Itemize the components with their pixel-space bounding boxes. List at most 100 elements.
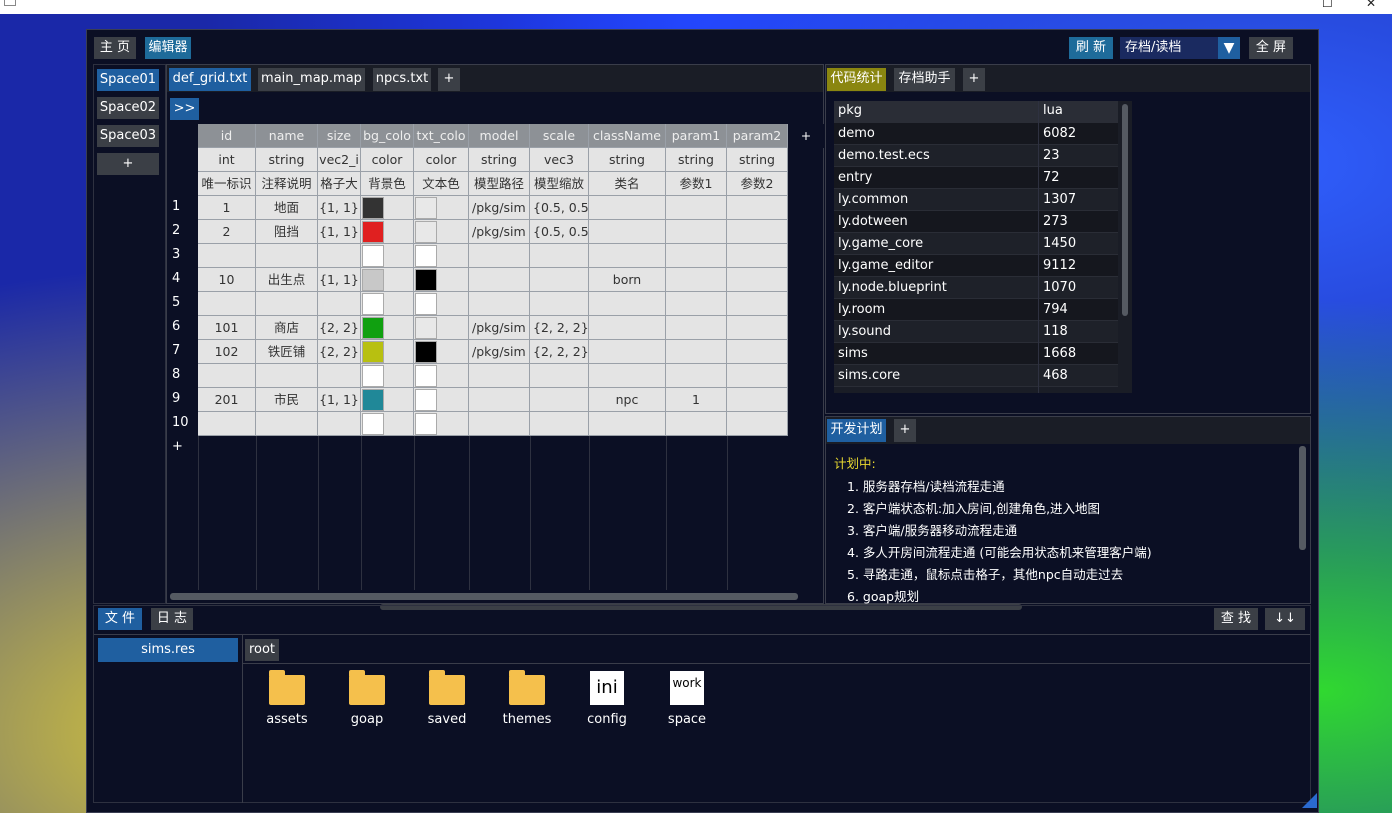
color-swatch[interactable] [362, 293, 384, 315]
color-cell[interactable] [414, 244, 469, 268]
add-column-button[interactable]: + [788, 124, 824, 148]
grid-cell[interactable]: 铁匠铺 [256, 340, 318, 364]
close-icon[interactable]: ✕ [1366, 0, 1376, 10]
file-label[interactable]: space [647, 712, 727, 727]
grid-cell[interactable]: 地面 [256, 196, 318, 220]
tab-files[interactable]: 文 件 [98, 608, 142, 630]
grid-cell[interactable]: 1 [198, 196, 256, 220]
grid-cell[interactable] [469, 388, 530, 412]
grid-cell[interactable] [530, 388, 589, 412]
grid-cell[interactable] [727, 292, 788, 316]
grid-cell[interactable] [530, 268, 589, 292]
color-cell[interactable] [361, 220, 414, 244]
folder-icon[interactable] [429, 670, 465, 705]
file-label[interactable]: themes [487, 712, 567, 727]
package-item[interactable]: sims.res [98, 638, 238, 662]
grid-cell[interactable] [256, 412, 318, 436]
find-button[interactable]: 查 找 [1214, 608, 1258, 630]
column-header[interactable]: bg_colo [361, 124, 414, 148]
grid-cell[interactable]: {1, 1} [318, 220, 361, 244]
grid-cell[interactable]: 102 [198, 340, 256, 364]
color-cell[interactable] [414, 412, 469, 436]
column-header[interactable]: id [198, 124, 256, 148]
folder-icon[interactable] [349, 670, 385, 705]
grid-cell[interactable]: 201 [198, 388, 256, 412]
refresh-button[interactable]: 刷 新 [1069, 37, 1113, 59]
space-tab-02[interactable]: Space02 [97, 97, 159, 119]
color-cell[interactable] [414, 220, 469, 244]
grid-cell[interactable] [589, 196, 666, 220]
grid-cell[interactable] [256, 292, 318, 316]
grid-cell[interactable] [318, 364, 361, 388]
grid-cell[interactable] [469, 412, 530, 436]
grid-cell[interactable]: 市民 [256, 388, 318, 412]
color-cell[interactable] [361, 364, 414, 388]
grid-cell[interactable]: /pkg/sim [469, 196, 530, 220]
color-swatch[interactable] [362, 245, 384, 267]
color-swatch[interactable] [415, 413, 437, 435]
grid-cell[interactable]: /pkg/sim [469, 316, 530, 340]
color-cell[interactable] [414, 388, 469, 412]
grid-cell[interactable]: 2 [198, 220, 256, 244]
grid-cell[interactable] [318, 412, 361, 436]
color-cell[interactable] [361, 412, 414, 436]
grid-cell[interactable]: {2, 2, 2} [530, 316, 589, 340]
grid-cell[interactable] [198, 412, 256, 436]
grid-cell[interactable] [530, 364, 589, 388]
grid-cell[interactable] [589, 412, 666, 436]
column-header[interactable]: txt_colo [414, 124, 469, 148]
grid-cell[interactable] [198, 244, 256, 268]
grid-cell[interactable]: born [589, 268, 666, 292]
grid-cell[interactable]: 1 [666, 388, 727, 412]
grid-cell[interactable] [666, 340, 727, 364]
grid-cell[interactable] [256, 244, 318, 268]
grid-cell[interactable]: 阻挡 [256, 220, 318, 244]
add-space-button[interactable]: + [97, 153, 159, 175]
color-swatch[interactable] [362, 365, 384, 387]
color-swatch[interactable] [362, 221, 384, 243]
grid-cell[interactable] [589, 340, 666, 364]
horizontal-scrollbar[interactable] [170, 593, 798, 600]
grid-cell[interactable] [727, 244, 788, 268]
color-swatch[interactable] [415, 221, 437, 243]
color-cell[interactable] [414, 268, 469, 292]
resize-handle-icon[interactable] [1302, 793, 1317, 808]
grid-cell[interactable] [589, 220, 666, 244]
color-cell[interactable] [361, 388, 414, 412]
grid-cell[interactable] [589, 316, 666, 340]
add-row-button[interactable]: + [168, 436, 198, 460]
path-breadcrumb[interactable]: root [245, 639, 279, 661]
grid-cell[interactable] [727, 340, 788, 364]
color-swatch[interactable] [415, 245, 437, 267]
grid-cell[interactable] [469, 268, 530, 292]
grid-cell[interactable] [589, 244, 666, 268]
add-stats-tab-button[interactable]: + [963, 68, 985, 91]
file-label[interactable]: goap [327, 712, 407, 727]
grid-cell[interactable] [589, 292, 666, 316]
grid-cell[interactable] [469, 292, 530, 316]
folder-icon[interactable] [509, 670, 545, 705]
grid-cell[interactable]: 101 [198, 316, 256, 340]
file-label[interactable]: saved [407, 712, 487, 727]
grid-cell[interactable]: /pkg/sim [469, 340, 530, 364]
color-cell[interactable] [361, 292, 414, 316]
color-cell[interactable] [361, 196, 414, 220]
color-cell[interactable] [414, 364, 469, 388]
grid-cell[interactable]: {2, 2} [318, 316, 361, 340]
file-tab-npcs[interactable]: npcs.txt [373, 68, 431, 91]
ini-file-icon[interactable]: ini [590, 671, 624, 705]
color-cell[interactable] [414, 292, 469, 316]
color-cell[interactable] [361, 316, 414, 340]
plan-scrollbar[interactable] [1299, 446, 1306, 550]
expand-button[interactable]: >> [170, 98, 199, 120]
color-swatch[interactable] [362, 197, 384, 219]
file-tab-main-map[interactable]: main_map.map [258, 68, 365, 91]
tab-code-stats[interactable]: 代码统计 [827, 68, 886, 91]
column-header[interactable]: model [469, 124, 530, 148]
grid-cell[interactable]: {0.5, 0.5, [530, 196, 589, 220]
grid-cell[interactable] [727, 220, 788, 244]
color-cell[interactable] [414, 316, 469, 340]
grid-cell[interactable] [727, 316, 788, 340]
save-load-select[interactable]: 存档/读档 [1120, 37, 1220, 59]
grid-cell[interactable]: 10 [198, 268, 256, 292]
